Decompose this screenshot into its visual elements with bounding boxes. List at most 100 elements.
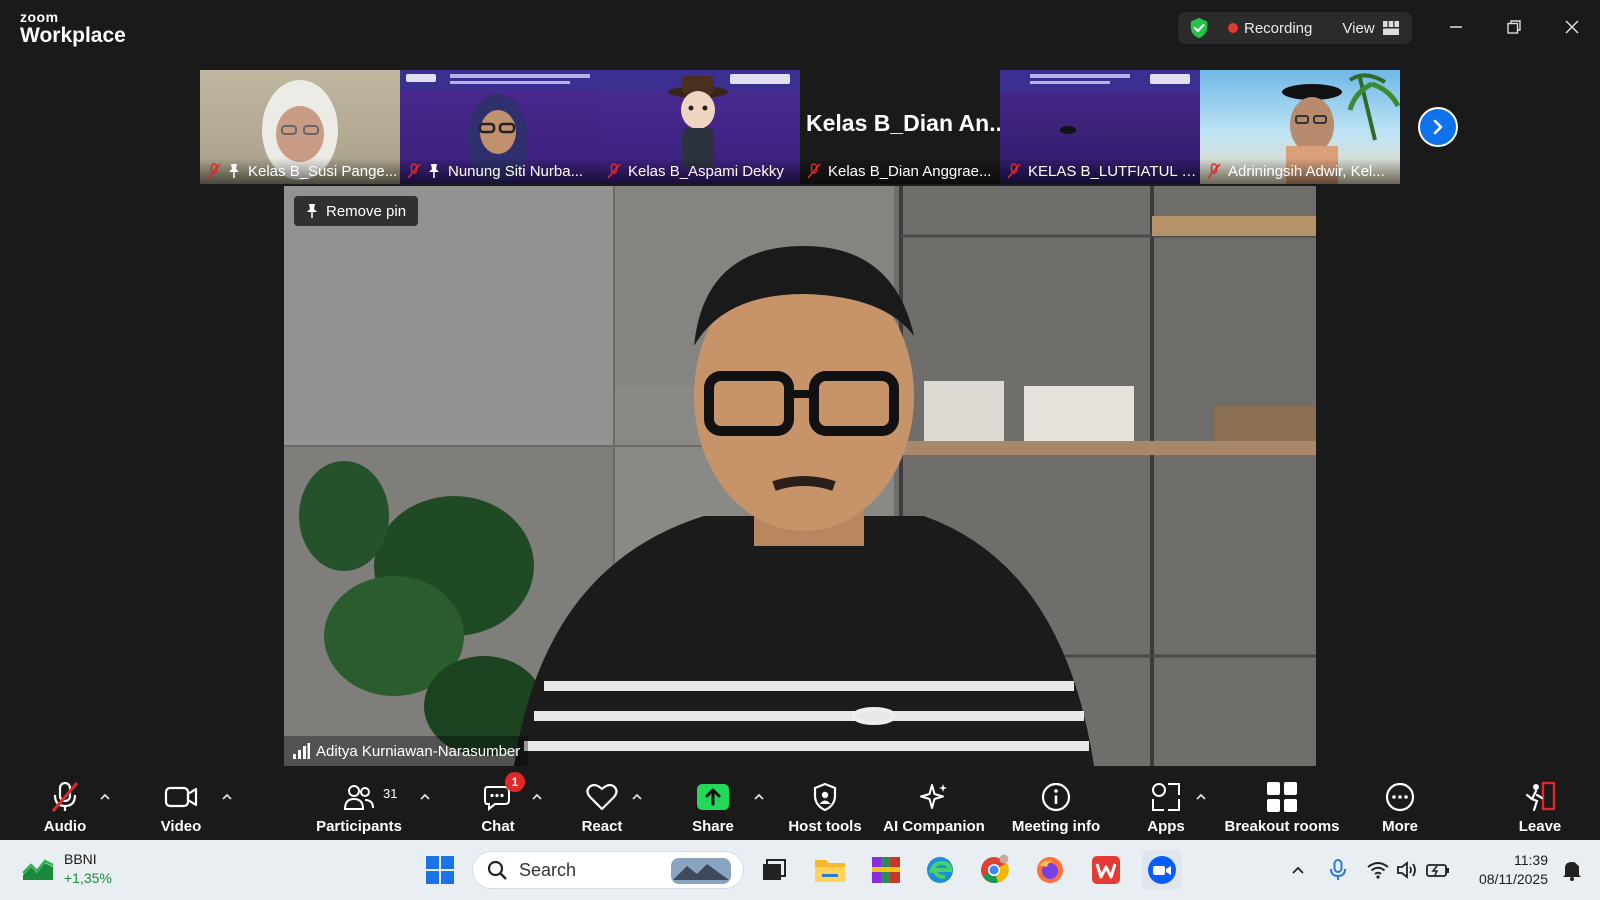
active-speaker-video[interactable]: Remove pin Aditya Kurniawan-Narasumber [284, 186, 1316, 766]
search-icon [487, 860, 507, 880]
wps-office-button[interactable] [1088, 852, 1124, 888]
mic-muted-icon [50, 778, 80, 816]
brand-bottom: Workplace [20, 24, 126, 47]
share-button[interactable]: Share [688, 768, 738, 840]
participant-tile[interactable]: KELAS B_LUTFIATUL K... [1000, 70, 1200, 184]
mic-muted-icon [807, 163, 821, 179]
show-hidden-icons-button[interactable] [1280, 852, 1316, 888]
video-button[interactable]: Video [154, 768, 208, 840]
react-button[interactable]: React [580, 768, 624, 840]
leave-button[interactable]: Leave [1518, 768, 1562, 840]
participants-options-caret-icon[interactable] [418, 790, 432, 804]
chrome-button[interactable] [976, 852, 1012, 888]
participants-button[interactable]: 31 Participants [314, 768, 404, 840]
participant-name-bar: Kelas B_Susi Pange... [200, 158, 400, 184]
stock-chart-icon [22, 859, 54, 880]
breakout-rooms-label: Breakout rooms [1224, 818, 1340, 835]
breakout-rooms-button[interactable]: Breakout rooms [1224, 768, 1340, 840]
task-view-button[interactable] [756, 852, 792, 888]
mic-muted-icon [1207, 163, 1221, 179]
view-button[interactable]: View [1342, 20, 1374, 37]
participant-tile[interactable]: Kelas B_Aspami Dekky [600, 70, 800, 184]
battery-charging-icon [1426, 864, 1449, 877]
apps-button[interactable]: Apps [1146, 768, 1186, 840]
firefox-button[interactable] [1032, 852, 1068, 888]
notifications-button[interactable] [1554, 852, 1590, 888]
host-tools-button[interactable]: Host tools [782, 768, 868, 840]
search-placeholder: Search [519, 859, 577, 880]
microphone-tray-button[interactable] [1320, 852, 1356, 888]
participant-name-bar: KELAS B_LUTFIATUL K... [1000, 158, 1200, 184]
speaker-name-tag: Aditya Kurniawan-Narasumber [284, 736, 529, 766]
title-bar: zoom Workplace Recording View [0, 0, 1600, 56]
minimize-button[interactable] [1436, 10, 1476, 44]
apps-icon [1150, 778, 1182, 816]
sparkle-icon [918, 778, 950, 816]
video-camera-icon [164, 778, 198, 816]
clock-date: 08/11/2025 [1478, 871, 1548, 887]
react-options-caret-icon[interactable] [630, 790, 644, 804]
audio-options-caret-icon[interactable] [98, 790, 112, 804]
audio-label: Audio [43, 818, 87, 835]
zoom-workplace-logo: zoom Workplace [20, 10, 126, 46]
participant-name-bar: Nunung Siti Nurba... [400, 158, 600, 184]
stock-widget[interactable]: BBNI +1,35% [22, 850, 112, 888]
os-taskbar: BBNI +1,35% Search 11:39 08/11/2025 [0, 840, 1600, 900]
share-options-caret-icon[interactable] [752, 790, 766, 804]
more-label: More [1382, 818, 1418, 835]
notification-bell-icon [1563, 859, 1581, 881]
pin-icon [429, 164, 439, 178]
start-button[interactable] [422, 852, 458, 888]
more-button[interactable]: More [1380, 768, 1420, 840]
participants-count: 31 [383, 786, 398, 801]
apps-options-caret-icon[interactable] [1194, 790, 1208, 804]
winrar-button[interactable] [868, 852, 904, 888]
participant-tile[interactable]: Kelas B_Susi Pange... [200, 70, 400, 184]
participant-tile[interactable]: Kelas B_Dian An... Kelas B_Dian Anggrae.… [800, 70, 1000, 184]
chat-button[interactable]: 1 Chat [476, 768, 525, 840]
edge-icon [927, 857, 953, 883]
share-label: Share [692, 818, 734, 835]
chevron-up-icon [1292, 866, 1304, 874]
taskbar-search[interactable]: Search [472, 851, 744, 889]
shield-check-icon[interactable] [1188, 17, 1210, 39]
close-icon [1565, 20, 1579, 34]
speaker-volume-icon [1397, 861, 1416, 879]
participant-tile[interactable]: Nunung Siti Nurba... [400, 70, 600, 184]
participants-icon: 31 [343, 778, 397, 816]
ai-companion-button[interactable]: AI Companion [883, 768, 985, 840]
stock-change: +1,35% [64, 870, 112, 886]
share-screen-icon [696, 778, 730, 816]
restore-button[interactable] [1494, 10, 1534, 44]
system-clock[interactable]: 11:39 08/11/2025 [1468, 851, 1548, 889]
participant-name-bar: Kelas B_Dian Anggrae... [800, 158, 1000, 184]
participant-tile[interactable]: Adriningsih Adwir, Kel... [1200, 70, 1400, 184]
firefox-icon [1037, 857, 1063, 883]
zoom-taskbar-button[interactable] [1142, 850, 1182, 890]
video-options-caret-icon[interactable] [220, 790, 234, 804]
grid-view-icon[interactable] [1382, 21, 1399, 35]
signal-strength-icon [293, 743, 310, 759]
restore-icon [1507, 20, 1521, 34]
next-page-button[interactable] [1418, 107, 1458, 147]
windows-logo-icon [426, 856, 454, 884]
meeting-info-button[interactable]: Meeting info [1008, 768, 1104, 840]
audio-button[interactable]: Audio [40, 768, 90, 840]
more-options-icon [1384, 778, 1416, 816]
remove-pin-button[interactable]: Remove pin [294, 196, 419, 226]
wps-icon [1092, 856, 1120, 884]
participant-name-bar: Adriningsih Adwir, Kel... [1200, 158, 1400, 184]
shield-icon [812, 778, 838, 816]
edge-browser-button[interactable] [922, 852, 958, 888]
ai-companion-label: AI Companion [883, 818, 985, 835]
zoom-icon [1148, 856, 1176, 884]
mic-muted-icon [1007, 163, 1021, 179]
close-button[interactable] [1552, 10, 1592, 44]
battery-tray-button[interactable] [1420, 852, 1456, 888]
participant-name: Kelas B_Dian Anggrae... [828, 162, 992, 180]
file-explorer-button[interactable] [812, 852, 848, 888]
microphone-icon [1330, 859, 1346, 880]
chat-options-caret-icon[interactable] [530, 790, 544, 804]
archive-books-icon [872, 857, 900, 883]
recording-label[interactable]: Recording [1244, 20, 1312, 37]
